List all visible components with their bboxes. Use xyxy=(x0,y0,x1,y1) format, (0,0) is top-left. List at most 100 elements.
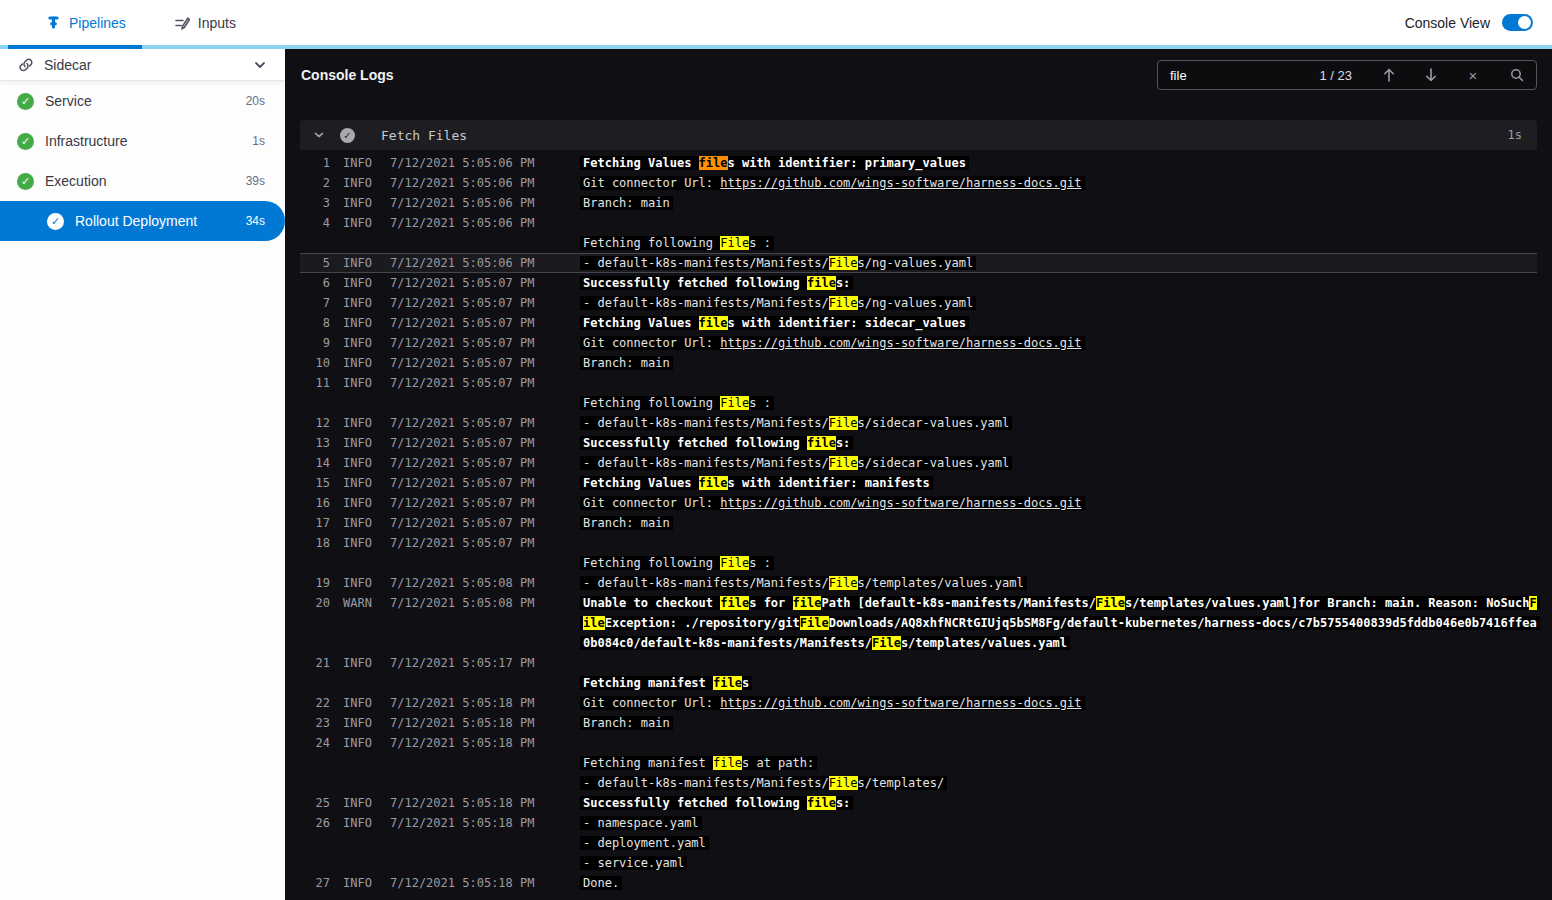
chevron-down-icon xyxy=(253,58,267,72)
log-line[interactable]: 7INFO7/12/2021 5:05:07 PM- default-k8s-m… xyxy=(300,293,1537,313)
success-check-icon: ✓ xyxy=(17,173,34,190)
clear-search-icon[interactable]: × xyxy=(1452,67,1494,84)
log-level: INFO xyxy=(343,373,379,393)
log-line-number: 3 xyxy=(300,193,330,213)
log-message: Fetching following Files : xyxy=(583,373,1537,413)
log-section-header[interactable]: ✓ Fetch Files 1s xyxy=(300,120,1537,150)
search-input[interactable]: file xyxy=(1170,68,1319,83)
log-timestamp: 7/12/2021 5:05:07 PM xyxy=(390,453,535,473)
log-line-number: 1 xyxy=(300,153,330,173)
log-line[interactable]: 25INFO7/12/2021 5:05:18 PMSuccessfully f… xyxy=(300,793,1537,813)
log-line[interactable]: 11INFO7/12/2021 5:05:07 PMFetching follo… xyxy=(300,373,1537,413)
log-line[interactable]: 2INFO7/12/2021 5:05:06 PMGit connector U… xyxy=(300,173,1537,193)
log-message: Git connector Url: https://github.com/wi… xyxy=(583,693,1537,713)
log-line-number: 27 xyxy=(300,873,330,893)
success-check-icon: ✓ xyxy=(47,213,64,230)
log-timestamp: 7/12/2021 5:05:07 PM xyxy=(390,273,535,293)
log-line[interactable]: 15INFO7/12/2021 5:05:07 PMFetching Value… xyxy=(300,473,1537,493)
log-timestamp: 7/12/2021 5:05:06 PM xyxy=(390,173,535,193)
sidebar-header[interactable]: Sidecar xyxy=(0,49,285,81)
log-timestamp: 7/12/2021 5:05:18 PM xyxy=(390,733,535,753)
log-timestamp: 7/12/2021 5:05:17 PM xyxy=(390,653,535,673)
log-line[interactable]: 10INFO7/12/2021 5:05:07 PMBranch: main xyxy=(300,353,1537,373)
log-line[interactable]: 19INFO7/12/2021 5:05:08 PM- default-k8s-… xyxy=(300,573,1537,593)
log-timestamp: 7/12/2021 5:05:07 PM xyxy=(390,513,535,533)
log-line[interactable]: 1INFO7/12/2021 5:05:06 PMFetching Values… xyxy=(300,153,1537,173)
log-rows: 1 INFO 7/12/2021 5:05:06 PM Fetching Values… xyxy=(300,150,1537,893)
sidebar-item-execution[interactable]: ✓Execution39s xyxy=(0,161,285,201)
log-timestamp: 7/12/2021 5:05:08 PM xyxy=(390,593,535,613)
log-line-number: 14 xyxy=(300,453,330,473)
log-line[interactable]: 21INFO7/12/2021 5:05:17 PMFetching manif… xyxy=(300,653,1537,693)
console-title: Console Logs xyxy=(301,60,1157,90)
previous-match-icon[interactable] xyxy=(1368,65,1410,85)
console-header: Console Logs file 1 / 23 × xyxy=(285,49,1552,120)
log-line[interactable]: 8INFO7/12/2021 5:05:07 PMFetching Values… xyxy=(300,313,1537,333)
log-level: INFO xyxy=(343,473,379,493)
log-message: - namespace.yaml- deployment.yaml- servi… xyxy=(583,813,1537,873)
step-duration: 39s xyxy=(246,174,265,188)
log-line[interactable]: 18INFO7/12/2021 5:05:07 PMFetching follo… xyxy=(300,533,1537,573)
search-match: file xyxy=(713,676,742,690)
log-line-number: 26 xyxy=(300,813,330,833)
sidebar: Sidecar ✓Service20s✓Infrastructure1s✓Exe… xyxy=(0,49,285,900)
log-timestamp: 7/12/2021 5:05:07 PM xyxy=(390,313,535,333)
log-line[interactable]: 24INFO7/12/2021 5:05:18 PMFetching manif… xyxy=(300,733,1537,793)
log-line[interactable]: 6INFO7/12/2021 5:05:07 PMSuccessfully fe… xyxy=(300,273,1537,293)
tab-inputs[interactable]: Inputs xyxy=(174,15,236,31)
log-line[interactable]: 27INFO7/12/2021 5:05:18 PMDone. xyxy=(300,873,1537,893)
log-level: INFO xyxy=(343,253,379,273)
log-level: INFO xyxy=(343,513,379,533)
log-line[interactable]: 13INFO7/12/2021 5:05:07 PMSuccessfully f… xyxy=(300,433,1537,453)
log-line-number: 12 xyxy=(300,413,330,433)
log-line-number: 19 xyxy=(300,573,330,593)
sidebar-item-infrastructure[interactable]: ✓Infrastructure1s xyxy=(0,121,285,161)
collapse-chevron-icon[interactable] xyxy=(313,129,325,141)
log-line[interactable]: 9INFO7/12/2021 5:05:07 PMGit connector U… xyxy=(300,333,1537,353)
log-line[interactable]: 3INFO7/12/2021 5:05:06 PMBranch: main xyxy=(300,193,1537,213)
log-link[interactable]: https://github.com/wings-software/harnes… xyxy=(720,176,1081,190)
log-timestamp: 7/12/2021 5:05:06 PM xyxy=(390,213,535,233)
log-line[interactable]: 12INFO7/12/2021 5:05:07 PM- default-k8s-… xyxy=(300,413,1537,433)
log-line[interactable]: 22INFO7/12/2021 5:05:18 PMGit connector … xyxy=(300,693,1537,713)
log-line-number: 5 xyxy=(300,253,330,273)
search-match: file xyxy=(793,596,822,610)
log-line[interactable]: 20WARN7/12/2021 5:05:08 PMUnable to chec… xyxy=(300,593,1537,653)
log-message: Fetching Values files with identifier: m… xyxy=(583,473,1537,493)
log-message: Branch: main xyxy=(583,513,1537,533)
log-level: INFO xyxy=(343,213,379,233)
console-view-toggle[interactable] xyxy=(1502,14,1533,31)
log-line[interactable]: 26INFO7/12/2021 5:05:18 PM- namespace.ya… xyxy=(300,813,1537,873)
log-message: Fetching Values files with identifier: p… xyxy=(583,153,1537,173)
sidebar-item-rollout-deployment[interactable]: ✓Rollout Deployment34s xyxy=(0,201,285,241)
log-line-number: 22 xyxy=(300,693,330,713)
log-line[interactable]: 5INFO7/12/2021 5:05:06 PM- default-k8s-m… xyxy=(300,253,1537,273)
log-line[interactable]: 4INFO7/12/2021 5:05:06 PMFetching follow… xyxy=(300,213,1537,253)
log-level: INFO xyxy=(343,173,379,193)
log-link[interactable]: https://github.com/wings-software/harnes… xyxy=(720,696,1081,710)
log-message: Fetching following Files : xyxy=(583,213,1537,253)
log-line-number: 24 xyxy=(300,733,330,753)
log-timestamp: 7/12/2021 5:05:06 PM xyxy=(390,193,535,213)
search-match: File xyxy=(829,456,858,470)
top-bar: Pipelines Inputs Console View xyxy=(0,0,1552,45)
search-match: file xyxy=(807,276,836,290)
search-icon[interactable] xyxy=(1494,65,1524,85)
search-match: file xyxy=(807,796,836,810)
next-match-icon[interactable] xyxy=(1410,65,1452,85)
log-timestamp: 7/12/2021 5:05:06 PM xyxy=(390,153,535,173)
log-line[interactable]: 17 INFO 7/12/2021 5:05:07 PM Branch: main xyxy=(300,513,1537,533)
step-success-icon: ✓ xyxy=(340,128,355,143)
log-line-number: 17 xyxy=(300,513,330,533)
log-timestamp: 7/12/2021 5:05:07 PM xyxy=(390,493,535,513)
sidebar-item-service[interactable]: ✓Service20s xyxy=(0,81,285,121)
log-level: INFO xyxy=(343,533,379,553)
log-line[interactable]: 16INFO7/12/2021 5:05:07 PMGit connector … xyxy=(300,493,1537,513)
log-level: INFO xyxy=(343,733,379,753)
log-link[interactable]: https://github.com/wings-software/harnes… xyxy=(720,496,1081,510)
log-line[interactable]: 14INFO7/12/2021 5:05:07 PM- default-k8s-… xyxy=(300,453,1537,473)
log-line[interactable]: 23INFO7/12/2021 5:05:18 PMBranch: main xyxy=(300,713,1537,733)
tab-pipelines[interactable]: Pipelines xyxy=(46,15,126,31)
log-link[interactable]: https://github.com/wings-software/harnes… xyxy=(720,336,1081,350)
log-search-box[interactable]: file 1 / 23 × xyxy=(1157,60,1537,90)
